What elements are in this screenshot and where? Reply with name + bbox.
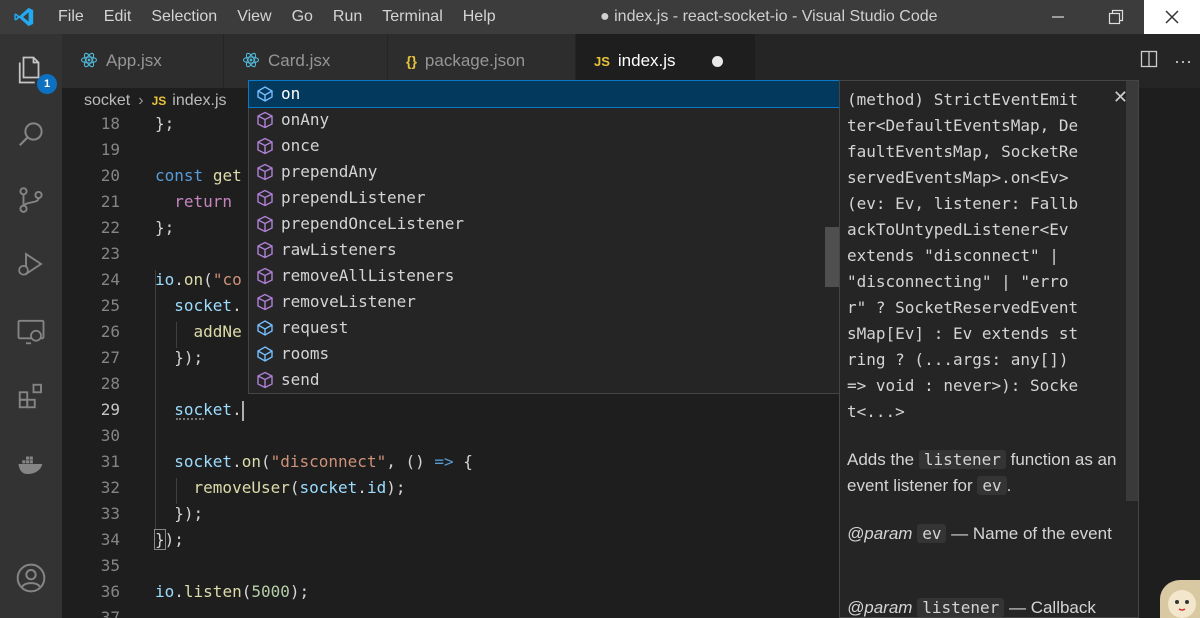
menu-file[interactable]: File bbox=[48, 0, 94, 34]
method-icon bbox=[249, 367, 281, 393]
property-icon bbox=[249, 315, 281, 341]
run-debug-icon[interactable] bbox=[9, 242, 53, 286]
param-ev: @param ev — Name of the event bbox=[847, 524, 1112, 543]
tab-label: package.json bbox=[424, 51, 526, 70]
more-actions-icon[interactable]: ··· bbox=[1166, 51, 1200, 72]
title-bar: File Edit Selection View Go Run Terminal Help ●… bbox=[0, 0, 1200, 34]
tab-label: App.jsx bbox=[106, 51, 162, 70]
suggestion-item[interactable]: request bbox=[249, 315, 839, 341]
suggestion-label: removeAllListeners bbox=[281, 266, 455, 285]
restore-button[interactable] bbox=[1088, 0, 1144, 34]
breadcrumb-folder[interactable]: socket bbox=[84, 92, 130, 110]
suggestion-label: on bbox=[281, 84, 301, 103]
suggestion-item[interactable]: removeListener bbox=[249, 289, 839, 315]
search-icon[interactable] bbox=[9, 112, 53, 156]
tab-label: Card.jsx bbox=[268, 51, 331, 70]
chevron-right-icon: › bbox=[138, 92, 144, 109]
suggestion-label: removeListener bbox=[281, 292, 416, 311]
tab-label: index.js bbox=[617, 51, 676, 70]
method-icon bbox=[249, 289, 281, 315]
suggestion-label: prependListener bbox=[281, 188, 426, 207]
hint-squiggle bbox=[176, 418, 204, 420]
explorer-icon[interactable]: 1 bbox=[9, 48, 57, 94]
method-icon bbox=[249, 107, 281, 133]
details-scrollbar[interactable] bbox=[1126, 81, 1138, 501]
js-file-icon: JS bbox=[594, 53, 610, 69]
suggestion-item[interactable]: rawListeners bbox=[249, 237, 839, 263]
menu-run[interactable]: Run bbox=[323, 0, 372, 34]
extensions-icon[interactable] bbox=[9, 374, 53, 418]
vscode-logo-icon bbox=[0, 0, 48, 34]
suggestion-item[interactable]: on bbox=[248, 80, 840, 108]
menu-bar: File Edit Selection View Go Run Terminal Help bbox=[48, 0, 506, 34]
tab-app-jsx[interactable]: App.jsx bbox=[62, 34, 224, 88]
method-icon bbox=[249, 237, 281, 263]
menu-edit[interactable]: Edit bbox=[94, 0, 142, 34]
json-icon: {} bbox=[406, 53, 417, 69]
method-icon bbox=[249, 133, 281, 159]
suggestion-item[interactable]: onAny bbox=[249, 107, 839, 133]
docker-icon[interactable] bbox=[9, 442, 53, 486]
channel-avatar bbox=[1160, 580, 1200, 618]
unsaved-dot-icon[interactable] bbox=[711, 55, 723, 67]
close-icon[interactable]: ✕ bbox=[1113, 87, 1128, 108]
account-icon[interactable] bbox=[9, 556, 53, 600]
suggestion-label: onAny bbox=[281, 110, 330, 129]
property-icon bbox=[249, 341, 281, 367]
method-description: Adds the listener function as an event l… bbox=[847, 450, 1117, 495]
param-listener: @param listener — Callback bbox=[847, 598, 1096, 617]
split-editor-icon[interactable] bbox=[1132, 50, 1166, 73]
suggestion-label: once bbox=[281, 136, 320, 155]
suggestion-label: request bbox=[281, 318, 349, 337]
suggestion-label: send bbox=[281, 370, 320, 389]
method-icon bbox=[249, 159, 281, 185]
menu-go[interactable]: Go bbox=[282, 0, 323, 34]
suggestion-label: prependAny bbox=[281, 162, 378, 181]
property-icon bbox=[249, 81, 281, 107]
js-file-icon: JS bbox=[151, 94, 167, 108]
window-title: ● index.js - react-socket-io - Visual St… bbox=[600, 8, 938, 25]
method-icon bbox=[249, 185, 281, 211]
source-control-icon[interactable] bbox=[9, 178, 53, 222]
suggestion-item[interactable]: prependListener bbox=[249, 185, 839, 211]
suggestion-item[interactable]: rooms bbox=[249, 341, 839, 367]
suggestion-item[interactable]: prependAny bbox=[249, 159, 839, 185]
close-button[interactable] bbox=[1144, 0, 1200, 34]
suggestion-item[interactable]: send bbox=[249, 367, 839, 393]
method-icon bbox=[249, 263, 281, 289]
explorer-badge: 1 bbox=[37, 74, 57, 94]
activity-bar: 1 bbox=[0, 34, 62, 618]
menu-selection[interactable]: Selection bbox=[141, 0, 227, 34]
menu-help[interactable]: Help bbox=[453, 0, 506, 34]
remote-explorer-icon[interactable] bbox=[9, 310, 53, 354]
suggestion-label: rooms bbox=[281, 344, 330, 363]
menu-terminal[interactable]: Terminal bbox=[372, 0, 452, 34]
breadcrumb-file[interactable]: index.js bbox=[172, 92, 226, 110]
text-cursor bbox=[241, 400, 244, 421]
suggestion-details: (method) StrictEventEmit ter<DefaultEven… bbox=[839, 80, 1139, 618]
suggestion-item[interactable]: once bbox=[249, 133, 839, 159]
suggestion-item[interactable]: removeAllListeners bbox=[249, 263, 839, 289]
suggestion-label: prependOnceListener bbox=[281, 214, 465, 233]
react-icon bbox=[80, 51, 98, 72]
menu-view[interactable]: View bbox=[227, 0, 281, 34]
method-icon bbox=[249, 211, 281, 237]
suggestion-widget: on onAny once prependAny prependListener prep… bbox=[248, 80, 840, 394]
suggestion-label: rawListeners bbox=[281, 240, 397, 259]
suggestion-item[interactable]: prependOnceListener bbox=[249, 211, 839, 237]
method-signature: (method) StrictEventEmit ter<DefaultEven… bbox=[847, 90, 1079, 421]
react-icon bbox=[242, 51, 260, 72]
editor-actions: ··· bbox=[1132, 34, 1200, 88]
minimize-button[interactable] bbox=[1030, 0, 1086, 34]
